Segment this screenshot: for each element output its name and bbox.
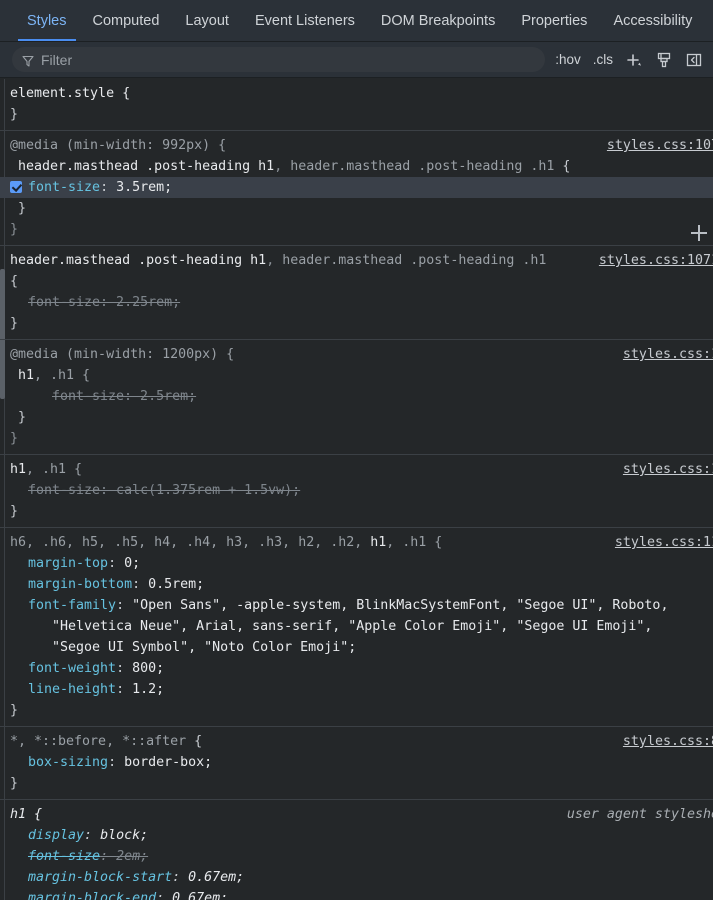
tab-properties[interactable]: Properties xyxy=(508,0,600,41)
filter-input[interactable]: Filter xyxy=(12,47,546,72)
rule-selector[interactable]: *, *::before, *::after xyxy=(10,734,186,749)
element-classes-button[interactable]: .cls xyxy=(591,52,615,67)
declaration-value: 2em; xyxy=(116,849,149,864)
selector-separator: , xyxy=(274,159,291,174)
media-query: @media (min-width: 1200px) { xyxy=(10,347,235,362)
rule-selector[interactable]: header.masthead .post-heading h1 xyxy=(10,253,266,268)
tab-layout[interactable]: Layout xyxy=(172,0,242,41)
rule-selector[interactable]: h1 { xyxy=(10,807,42,822)
rule-selector[interactable]: header.masthead .post-heading h1 xyxy=(18,159,274,174)
declaration-property[interactable]: margin-top xyxy=(28,556,108,571)
rule-selector-alt[interactable]: header.masthead .post-heading .h1 xyxy=(282,253,546,268)
tab-styles[interactable]: Styles xyxy=(14,0,80,41)
filter-placeholder: Filter xyxy=(41,51,73,68)
rule-selector[interactable]: h1 xyxy=(370,535,386,550)
declaration-property[interactable]: display xyxy=(28,828,84,843)
declaration-inactive[interactable]: font-size: 2.5rem; xyxy=(52,389,196,404)
tab-event-listeners[interactable]: Event Listeners xyxy=(242,0,368,41)
panel-toggle-icon[interactable] xyxy=(683,49,705,71)
rule-media-992[interactable]: styles.css:1074 @media (min-width: 992px… xyxy=(0,131,713,246)
tab-label: Styles xyxy=(27,12,67,29)
rule-masthead[interactable]: styles.css:10713 header.masthead .post-h… xyxy=(0,246,713,340)
rule-user-agent[interactable]: user agent stylesheet h1 { display: bloc… xyxy=(0,800,713,900)
hover-state-button[interactable]: :hov xyxy=(553,52,583,67)
rule-element-style[interactable]: element.style { } xyxy=(0,79,713,131)
selector-brace: { xyxy=(554,159,571,174)
media-close-brace: } xyxy=(10,222,19,237)
rule-close-brace: } xyxy=(10,316,19,331)
tab-label: Computed xyxy=(92,12,160,29)
styles-toolbar: Filter :hov .cls xyxy=(0,42,713,78)
rule-selector-alt[interactable]: h6, .h6, h5, .h5, h4, .h4, h3, .h3, h2, … xyxy=(10,535,370,550)
declaration-property: font-size xyxy=(28,849,101,864)
panel-tab-bar: Styles Computed Layout Event Listeners D… xyxy=(0,0,713,42)
declaration-value[interactable]: 800; xyxy=(132,661,164,676)
media-query: @media (min-width: 992px) { xyxy=(10,138,227,153)
declaration-value[interactable]: block; xyxy=(100,828,148,843)
rule-close-brace: } xyxy=(10,776,19,791)
selector-separator: , xyxy=(266,253,283,268)
rule-headings[interactable]: styles.css:115 h6, .h6, h5, .h5, h4, .h4… xyxy=(0,528,713,727)
new-style-rule-icon[interactable] xyxy=(623,49,645,71)
rule-close-brace: } xyxy=(10,107,19,122)
rule-close-brace: } xyxy=(10,504,19,519)
rule-universal[interactable]: styles.css:84 *, *::before, *::after { b… xyxy=(0,727,713,800)
selector-brace: { xyxy=(186,734,203,749)
declaration-value[interactable]: border-box; xyxy=(124,755,212,770)
declaration-property[interactable]: font-weight xyxy=(28,661,116,676)
declaration-property[interactable]: font-size xyxy=(28,180,100,195)
rule-h1-base[interactable]: styles.css:12 h1, .h1 { font-size: calc(… xyxy=(0,455,713,528)
rule-close-brace: } xyxy=(10,703,19,718)
rule-selector[interactable]: element.style { xyxy=(10,86,130,101)
filter-icon xyxy=(22,54,34,67)
declaration-value-cont: "Helvetica Neue", Arial, sans-serif, "Ap… xyxy=(52,619,653,634)
declaration-value[interactable]: 0.5rem; xyxy=(148,577,204,592)
tab-accessibility[interactable]: Accessibility xyxy=(600,0,705,41)
rule-selector-alt[interactable]: , .h1 { xyxy=(34,368,90,383)
declaration-property[interactable]: font-family xyxy=(28,598,116,613)
tab-label: Layout xyxy=(185,12,229,29)
tab-dom-breakpoints[interactable]: DOM Breakpoints xyxy=(368,0,508,41)
rule-close-brace: } xyxy=(18,410,27,425)
declaration-row[interactable]: font-size: 3.5rem; xyxy=(0,177,713,198)
css-rules-list[interactable]: element.style { } styles.css:1074 @media… xyxy=(0,79,713,900)
rule-selector[interactable]: h1 xyxy=(10,462,26,477)
declaration-property[interactable]: margin-block-start xyxy=(28,870,172,885)
add-declaration-button[interactable] xyxy=(691,225,707,241)
declaration-property[interactable]: margin-bottom xyxy=(28,577,132,592)
rule-selector[interactable]: h1 xyxy=(18,368,34,383)
declaration-value[interactable]: 1.2; xyxy=(132,682,164,697)
tab-label: Properties xyxy=(521,12,588,29)
declaration-value[interactable]: 0; xyxy=(124,556,140,571)
declaration-inactive[interactable]: font-size: calc(1.375rem + 1.5vw); xyxy=(28,483,300,498)
tab-label: Event Listeners xyxy=(254,12,355,29)
declaration-inactive[interactable]: font-size: 2em; xyxy=(0,846,713,867)
declaration-value[interactable]: 3.5rem; xyxy=(116,180,172,195)
declaration-property[interactable]: line-height xyxy=(28,682,116,697)
tab-computed[interactable]: Computed xyxy=(80,0,173,41)
rule-media-1200[interactable]: styles.css:12 @media (min-width: 1200px)… xyxy=(0,340,713,455)
declaration-checkbox[interactable] xyxy=(10,181,22,193)
paintbrush-icon[interactable] xyxy=(653,49,675,71)
rule-selector-rest[interactable]: , .h1 { xyxy=(386,535,442,550)
declaration-value[interactable]: 0.67em; xyxy=(188,870,244,885)
declaration-value-cont: "Segoe UI Symbol", "Noto Color Emoji"; xyxy=(52,640,357,655)
declaration-property[interactable]: box-sizing xyxy=(28,755,108,770)
rule-selector-alt[interactable]: header.masthead .post-heading .h1 xyxy=(290,159,554,174)
devtools-styles-panel: Styles Computed Layout Event Listeners D… xyxy=(0,0,713,900)
declaration-value[interactable]: "Open Sans", -apple-system, BlinkMacSyst… xyxy=(124,598,668,613)
declaration-value[interactable]: 0.67em; xyxy=(172,891,228,900)
selector-brace: { xyxy=(10,274,19,289)
declaration-inactive[interactable]: font-size: 2.25rem; xyxy=(28,295,180,310)
tab-label: DOM Breakpoints xyxy=(380,12,496,29)
tab-label: Accessibility xyxy=(613,12,693,29)
rule-close-brace: } xyxy=(18,201,27,216)
media-close-brace: } xyxy=(10,431,19,446)
declaration-property[interactable]: margin-block-end xyxy=(28,891,156,900)
rule-selector-alt[interactable]: , .h1 { xyxy=(26,462,82,477)
